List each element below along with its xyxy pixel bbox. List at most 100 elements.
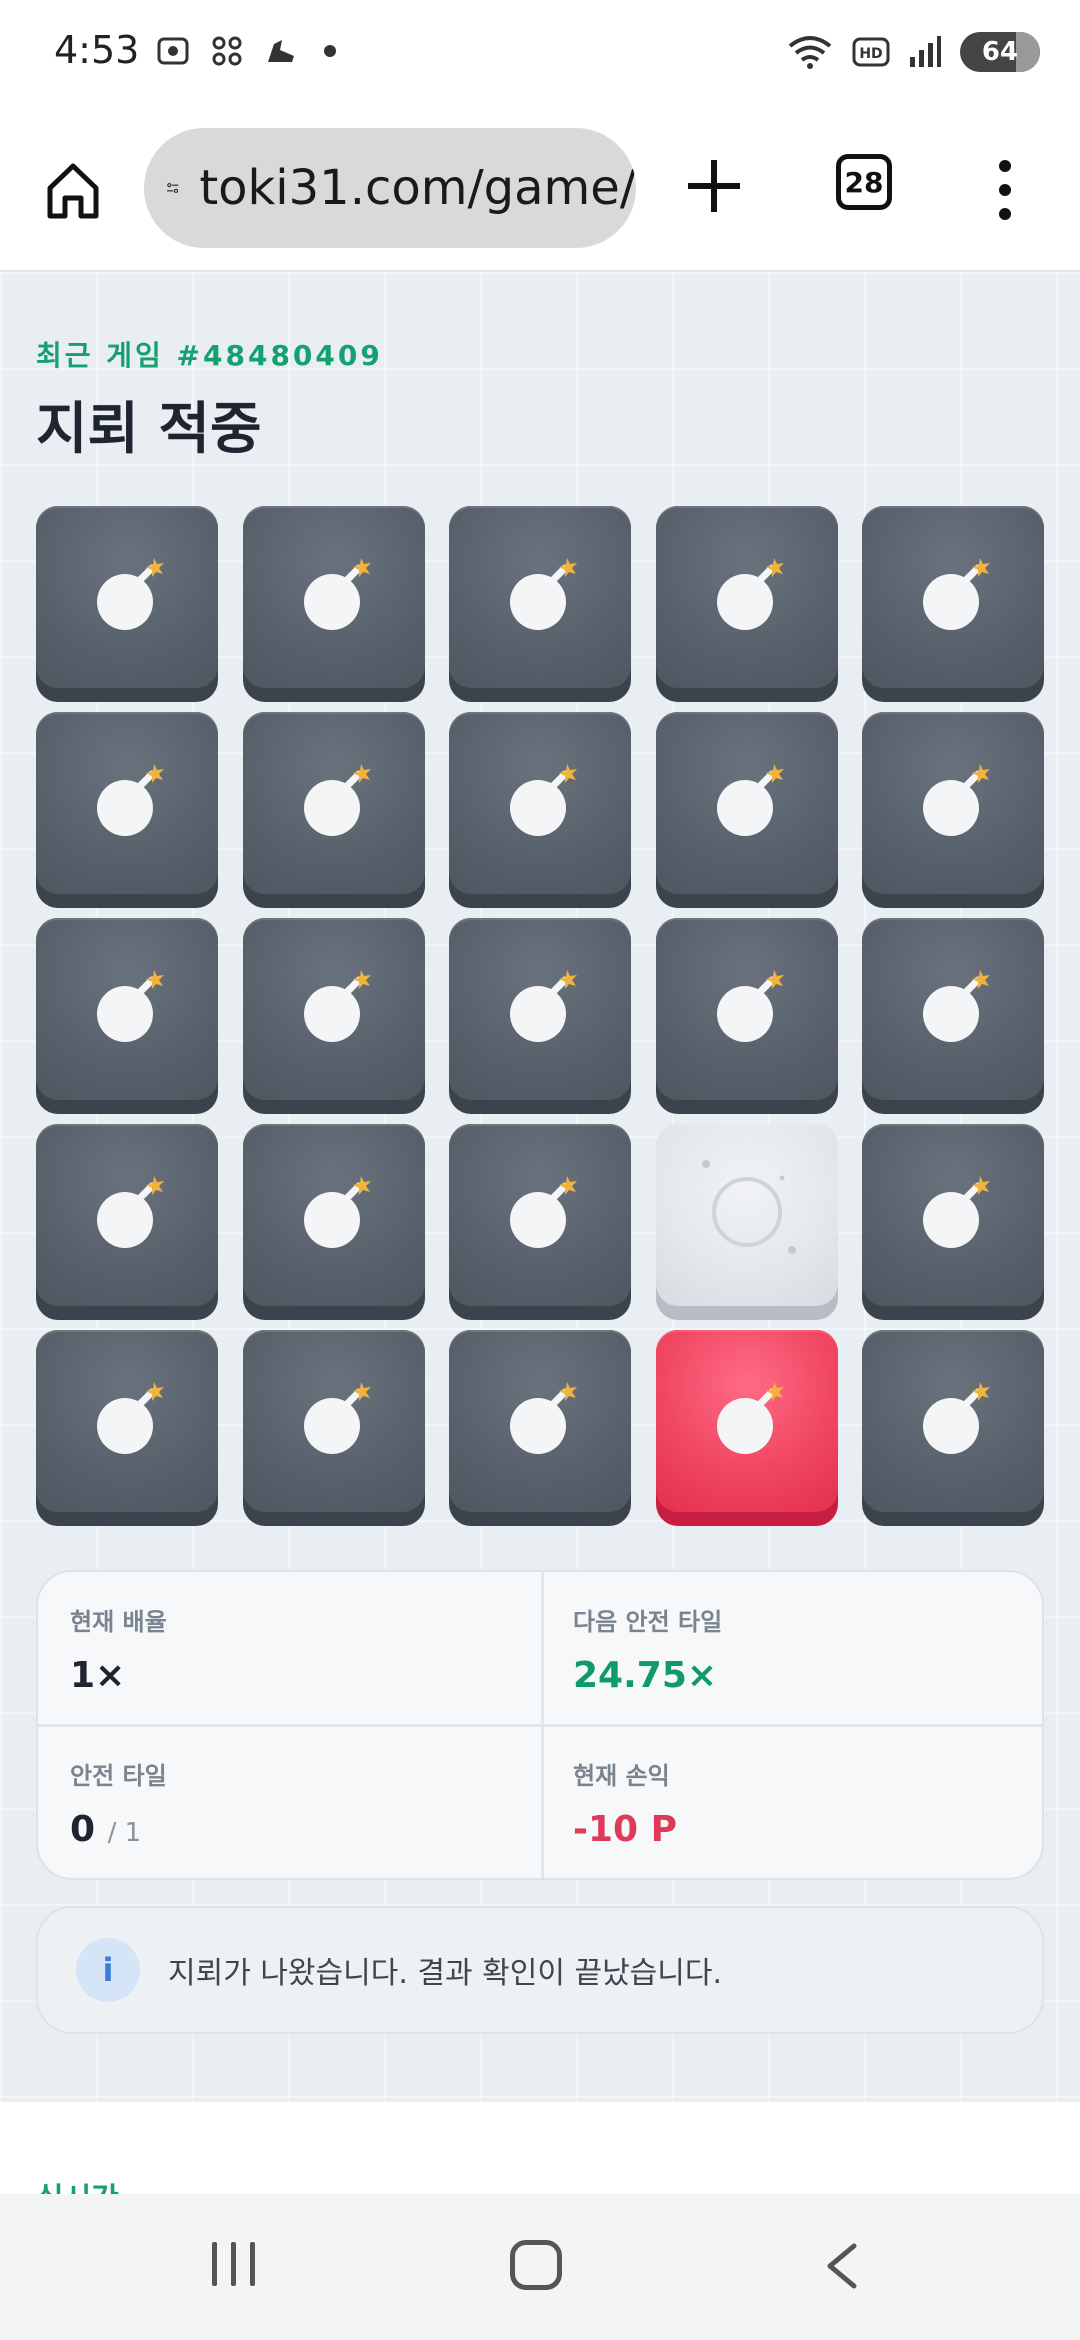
- browser-toolbar: toki31.com/game/ 28: [0, 110, 1080, 272]
- realtime-section: 실시간: [0, 2102, 1080, 2217]
- bomb-icon: [303, 764, 371, 836]
- bomb-icon: [303, 1382, 371, 1454]
- tile-face: [449, 1330, 631, 1512]
- tile-face: [36, 506, 218, 688]
- status-time: 4:53: [54, 28, 140, 72]
- bomb-icon: [716, 1382, 784, 1454]
- bomb-icon: [97, 970, 164, 1042]
- wifi-icon: [788, 36, 832, 69]
- tile-mine[interactable]: [862, 712, 1044, 908]
- tile-mine[interactable]: [862, 1330, 1044, 1526]
- svg-text:HD: HD: [859, 46, 882, 62]
- tile-face: [655, 712, 838, 894]
- tile-face: [655, 506, 838, 688]
- recent-apps-button[interactable]: [212, 2242, 255, 2286]
- bomb-icon: [303, 1176, 371, 1248]
- more-menu-button[interactable]: [990, 160, 1020, 220]
- notice-text: 지뢰가 나왔습니다. 결과 확인이 끝났습니다.: [168, 1956, 723, 1991]
- current-multiplier-label: 현재 배율: [70, 1608, 167, 1636]
- tile-mine[interactable]: [36, 1330, 218, 1526]
- app-grid-icon: [212, 36, 242, 66]
- profit-value: -10 P: [573, 1809, 677, 1850]
- tile-face: [862, 506, 1044, 688]
- stats-card: 현재 배율 1× 다음 안전 타일 24.75× 안전 타일 0 / 1 현재 …: [36, 1570, 1044, 1880]
- site-settings-icon[interactable]: [166, 162, 179, 214]
- tile-hit-mine[interactable]: [655, 1330, 838, 1526]
- tile-mine[interactable]: [862, 1124, 1044, 1320]
- tile-mine[interactable]: [449, 1330, 631, 1526]
- tile-mine[interactable]: [655, 506, 838, 702]
- bomb-icon: [923, 558, 990, 630]
- tile-face: [242, 918, 425, 1100]
- bomb-icon: [923, 970, 990, 1042]
- battery-indicator: 64: [960, 32, 1040, 72]
- mine-grid: [36, 506, 1044, 1526]
- tile-face: [862, 712, 1044, 894]
- next-safe-label: 다음 안전 타일: [573, 1608, 723, 1636]
- tile-mine[interactable]: [862, 918, 1044, 1114]
- status-system-icons: HD 64: [786, 32, 1040, 72]
- bomb-icon: [716, 558, 784, 630]
- system-nav-bar: [0, 2194, 1080, 2340]
- bomb-icon: [716, 970, 784, 1042]
- tile-face: [36, 712, 218, 894]
- tile-mine[interactable]: [36, 918, 218, 1114]
- bomb-icon: [97, 558, 164, 630]
- back-button[interactable]: [822, 2242, 862, 2290]
- bomb-icon: [97, 1382, 164, 1454]
- safe-tiles-value-row: 0 / 1: [70, 1809, 167, 1850]
- nav-home-button[interactable]: [510, 2240, 562, 2290]
- tile-mine[interactable]: [655, 712, 838, 908]
- tile-safe[interactable]: [655, 1124, 838, 1320]
- current-profit: 현재 손익 -10 P: [573, 1756, 677, 1850]
- bomb-icon: [510, 1176, 577, 1248]
- tile-face: [449, 712, 631, 894]
- next-safe-value: 24.75×: [573, 1655, 718, 1696]
- bomb-icon: [97, 764, 164, 836]
- tile-mine[interactable]: [655, 918, 838, 1114]
- tile-mine[interactable]: [449, 712, 631, 908]
- tile-face: [36, 918, 218, 1100]
- tile-mine[interactable]: [449, 1124, 631, 1320]
- bomb-icon: [510, 764, 577, 836]
- result-notice: i 지뢰가 나왔습니다. 결과 확인이 끝났습니다.: [36, 1906, 1044, 2034]
- tile-mine[interactable]: [242, 506, 425, 702]
- tile-face: [862, 1124, 1044, 1306]
- bomb-icon: [510, 1382, 577, 1454]
- game-area: 최근 게임 #48480409 지뢰 적중 현재 배율 1× 다음 안전 타일 …: [0, 272, 1080, 2102]
- recent-game-label: 최근 게임 #48480409: [36, 339, 383, 372]
- tile-face: [449, 1124, 631, 1306]
- bomb-icon: [303, 970, 371, 1042]
- tile-face: [862, 918, 1044, 1100]
- tile-mine[interactable]: [242, 1124, 425, 1320]
- new-tab-button[interactable]: [682, 154, 746, 218]
- info-icon: i: [76, 1938, 140, 2002]
- tile-mine[interactable]: [242, 918, 425, 1114]
- empty-gem-icon: [701, 1160, 796, 1254]
- tile-mine[interactable]: [36, 506, 218, 702]
- safe-tiles-value: 0: [70, 1809, 96, 1850]
- bomb-icon: [510, 558, 577, 630]
- tile-mine[interactable]: [242, 712, 425, 908]
- tile-mine[interactable]: [242, 1330, 425, 1526]
- bomb-icon: [97, 1176, 164, 1248]
- bomb-icon: [510, 970, 577, 1042]
- signal-icon: [910, 36, 941, 67]
- tile-mine[interactable]: [449, 918, 631, 1114]
- home-button[interactable]: [40, 150, 106, 230]
- tile-face: [655, 1330, 838, 1512]
- url-text: toki31.com/game/: [199, 160, 636, 216]
- tile-mine[interactable]: [36, 1124, 218, 1320]
- tile-mine[interactable]: [449, 506, 631, 702]
- tile-mine[interactable]: [36, 712, 218, 908]
- tile-face: [36, 1124, 218, 1306]
- tab-switcher-button[interactable]: 28: [836, 154, 892, 210]
- current-multiplier-value: 1×: [70, 1655, 126, 1696]
- bomb-icon: [303, 558, 371, 630]
- tile-mine[interactable]: [862, 506, 1044, 702]
- bomb-icon: [923, 1382, 990, 1454]
- address-bar[interactable]: toki31.com/game/: [144, 128, 636, 248]
- next-safe-multiplier: 다음 안전 타일 24.75×: [573, 1602, 722, 1696]
- profit-label: 현재 손익: [573, 1762, 670, 1790]
- status-bar: 4:53 HD 64: [0, 0, 1080, 110]
